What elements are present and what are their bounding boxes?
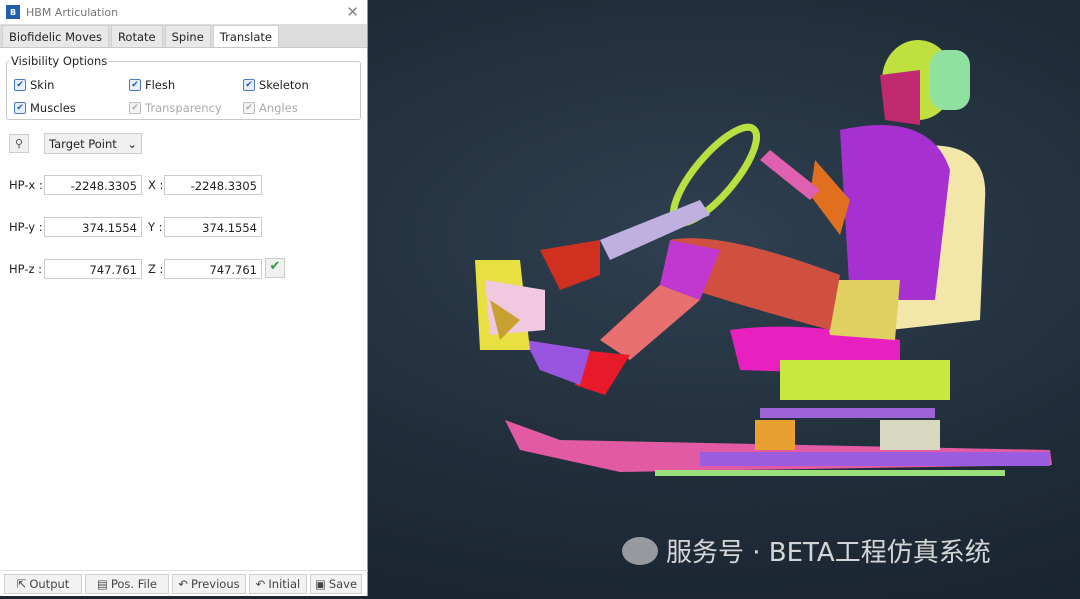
undo-icon: ↶ (255, 577, 266, 591)
x-label: X : (148, 178, 164, 192)
close-icon[interactable]: ✕ (346, 3, 359, 21)
tab-spine[interactable]: Spine (164, 25, 211, 47)
watermark: 服务号 · BETA工程仿真系统 (622, 532, 991, 569)
z-field[interactable]: 747.761 (164, 259, 262, 279)
mode-dropdown[interactable]: Target Point ⌄ (44, 133, 142, 154)
muscles-checkbox[interactable]: ✔ Muscles (14, 101, 76, 115)
x-field[interactable]: -2248.3305 (164, 175, 262, 195)
visibility-options-group: Visibility Options ✔ Skin ✔ Flesh ✔ Skeleto… (6, 54, 361, 120)
save-button[interactable]: ▣ Save (310, 574, 362, 594)
skeleton-checkbox[interactable]: ✔ Skeleton (243, 78, 309, 92)
checkbox-label: Flesh (145, 78, 176, 92)
initial-label: Initial (268, 577, 301, 591)
checkbox-label: Skin (30, 78, 55, 92)
tab-bar: Biofidelic Moves Rotate Spine Translate (0, 24, 367, 48)
skin-checkbox[interactable]: ✔ Skin (14, 78, 54, 92)
mode-selected: Target Point (49, 137, 117, 151)
undo-icon: ↶ (178, 577, 189, 591)
flesh-checkbox[interactable]: ✔ Flesh (129, 78, 175, 92)
checkbox-label: Muscles (30, 101, 76, 115)
footer-toolbar: ⇱ Output ▤ Pos. File ↶ Previous ↶ Initial ▣ S… (0, 570, 368, 596)
checkbox-check-icon: ✔ (243, 79, 255, 91)
checkbox-check-icon: ✔ (243, 102, 255, 114)
hp-z-label: HP-z : (9, 262, 43, 276)
save-icon: ▣ (314, 577, 326, 591)
title-bar: B HBM Articulation ✕ (0, 0, 367, 24)
tab-biofidelic-moves[interactable]: Biofidelic Moves (2, 25, 109, 47)
initial-button[interactable]: ↶ Initial (249, 574, 307, 594)
window-title: HBM Articulation (26, 5, 119, 19)
checkmark-icon: ✔ (269, 259, 281, 274)
tab-rotate[interactable]: Rotate (110, 25, 163, 47)
apply-button[interactable]: ✔ (265, 258, 285, 278)
checkbox-label: Angles (259, 101, 298, 115)
transparency-checkbox: ✔ Transparency (129, 101, 222, 115)
output-button[interactable]: ⇱ Output (4, 574, 82, 594)
visibility-options-title: Visibility Options (11, 54, 108, 68)
file-icon: ▤ (97, 577, 108, 591)
z-label: Z : (148, 262, 164, 276)
checkbox-label: Skeleton (259, 78, 309, 92)
hp-y-field[interactable]: 374.1554 (44, 217, 142, 237)
tab-translate[interactable]: Translate (212, 25, 279, 47)
checkbox-check-icon: ✔ (129, 102, 141, 114)
pick-tool-button[interactable]: ⚲ (9, 134, 29, 153)
pick-icon: ⚲ (14, 137, 24, 150)
y-field[interactable]: 374.1554 (164, 217, 262, 237)
hbm-articulation-panel: B HBM Articulation ✕ Biofidelic Moves Ro… (0, 0, 368, 596)
pos-file-button[interactable]: ▤ Pos. File (85, 574, 169, 594)
output-icon: ⇱ (16, 577, 27, 591)
previous-button[interactable]: ↶ Previous (172, 574, 246, 594)
hp-x-field[interactable]: -2248.3305 (44, 175, 142, 195)
checkbox-label: Transparency (145, 101, 222, 115)
app-icon: B (6, 5, 20, 19)
y-label: Y : (148, 220, 163, 234)
checkbox-check-icon: ✔ (129, 79, 141, 91)
hp-z-field[interactable]: 747.761 (44, 259, 142, 279)
previous-label: Previous (191, 577, 240, 591)
save-label: Save (328, 577, 358, 591)
hp-x-label: HP-x : (9, 178, 43, 192)
checkbox-check-icon: ✔ (14, 102, 26, 114)
output-label: Output (29, 577, 70, 591)
chevron-down-icon: ⌄ (127, 137, 137, 151)
watermark-text: 服务号 · BETA工程仿真系统 (666, 538, 991, 568)
angles-checkbox: ✔ Angles (243, 101, 298, 115)
hp-y-label: HP-y : (9, 220, 43, 234)
wechat-icon (622, 536, 658, 565)
pos-file-label: Pos. File (110, 577, 157, 591)
checkbox-check-icon: ✔ (14, 79, 26, 91)
